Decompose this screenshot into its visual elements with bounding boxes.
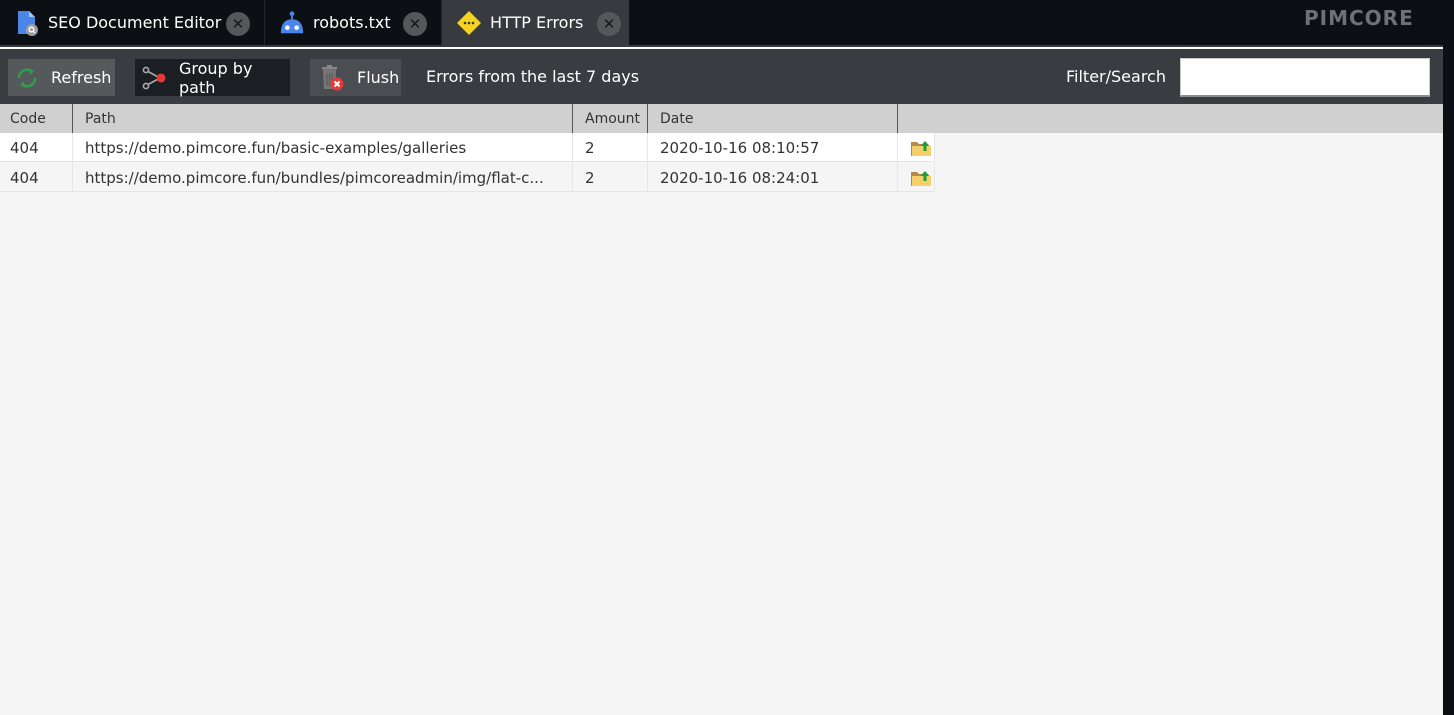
branch-icon: [142, 65, 168, 91]
table-row[interactable]: 404 https://demo.pimcore.fun/bundles/pim…: [0, 163, 935, 192]
open-button[interactable]: [898, 163, 935, 192]
tab-label: HTTP Errors: [490, 13, 584, 32]
open-button[interactable]: [898, 133, 935, 162]
tab-http-errors[interactable]: HTTP Errors ✕: [442, 0, 629, 45]
filter-search-input[interactable]: [1180, 58, 1430, 97]
group-by-path-button[interactable]: Group by path: [135, 58, 290, 97]
tab-label: robots.txt: [313, 13, 391, 32]
open-folder-icon: [911, 170, 931, 186]
flush-button[interactable]: Flush: [310, 59, 401, 96]
toolbar: Refresh Group by path Flush Errors from …: [0, 49, 1443, 104]
cell-code: 404: [0, 163, 73, 192]
tab-bar: SEO Document Editor ✕ robots.txt ✕ HTTP …: [0, 0, 1454, 45]
close-icon: ✕: [231, 14, 245, 33]
cell-path: https://demo.pimcore.fun/basic-examples/…: [73, 133, 573, 162]
table-row[interactable]: 404 https://demo.pimcore.fun/basic-examp…: [0, 133, 935, 162]
close-icon: ✕: [408, 14, 422, 33]
grid-header: Code Path Amount Date: [0, 104, 1443, 133]
column-header-amount[interactable]: Amount: [573, 104, 648, 133]
refresh-label: Refresh: [51, 68, 112, 87]
trash-delete-icon: [319, 64, 345, 91]
cell-path: https://demo.pimcore.fun/bundles/pimcore…: [73, 163, 573, 192]
close-tab-seo-button[interactable]: ✕: [226, 12, 250, 36]
pimcore-logo: PIMCORE: [1304, 6, 1414, 30]
status-text: Errors from the last 7 days: [426, 67, 640, 86]
column-header-action: [898, 104, 908, 133]
tab-seo-document-editor[interactable]: SEO Document Editor ✕: [0, 0, 265, 45]
cell-date: 2020-10-16 08:10:57: [648, 133, 898, 162]
robot-icon: [279, 10, 305, 36]
refresh-button[interactable]: Refresh: [8, 59, 115, 96]
close-icon: ✕: [602, 14, 616, 33]
column-header-date[interactable]: Date: [648, 104, 898, 133]
close-tab-robots-button[interactable]: ✕: [403, 12, 427, 36]
refresh-icon: [14, 65, 40, 91]
cell-date: 2020-10-16 08:24:01: [648, 163, 898, 192]
group-by-path-label: Group by path: [179, 58, 253, 97]
column-header-path[interactable]: Path: [73, 104, 573, 133]
cell-amount: 2: [573, 163, 648, 192]
open-folder-icon: [911, 140, 931, 156]
close-tab-http-errors-button[interactable]: ✕: [597, 12, 621, 36]
cell-amount: 2: [573, 133, 648, 162]
seo-document-icon: [14, 10, 40, 36]
filter-search-label: Filter/Search: [1066, 67, 1166, 86]
column-header-code[interactable]: Code: [0, 104, 73, 133]
window-edge: [1443, 0, 1454, 715]
tab-robots-txt[interactable]: robots.txt ✕: [265, 0, 442, 45]
tab-label: SEO Document Editor: [48, 13, 222, 32]
cell-code: 404: [0, 133, 73, 162]
flush-label: Flush: [357, 68, 400, 87]
warning-diamond-icon: [456, 10, 482, 36]
